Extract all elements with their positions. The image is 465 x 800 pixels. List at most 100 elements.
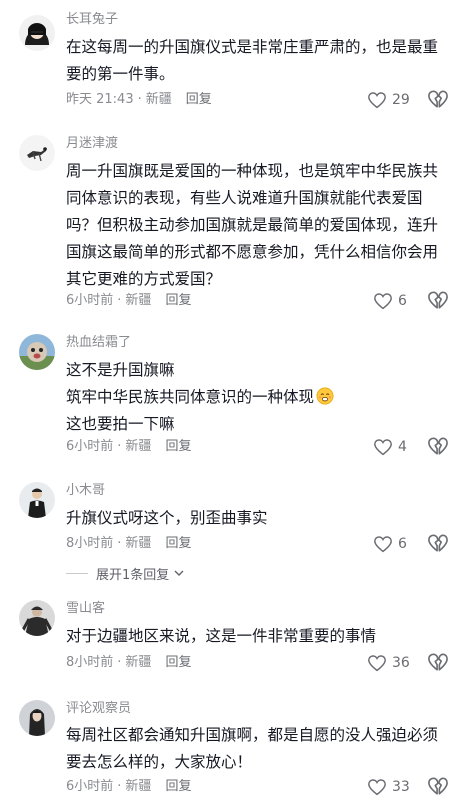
comment-time: 6小时前 xyxy=(66,439,114,454)
meta-separator: · xyxy=(117,655,122,670)
comment-location: 新疆 xyxy=(145,92,172,107)
comment-text: 周一升国旗既是爱国的一种体现，也是筑牢中华民族共 同体意识的表现，有些人说难道升… xyxy=(66,158,456,293)
comment-item: 雪山客 对于边疆地区来说，这是一件非常重要的事情 8小时前 · 新疆 回复 36 xyxy=(0,600,465,675)
comment-meta: 6小时前 · 新疆 回复 xyxy=(66,436,191,458)
like-button[interactable]: 29 xyxy=(367,89,410,111)
comment-text: 升旗仪式呀这个，别歪曲事实 xyxy=(66,505,456,532)
avatar[interactable] xyxy=(19,15,55,51)
dislike-button[interactable] xyxy=(427,652,449,674)
comment-text: 在这每周一的升国旗仪式是非常庄重严肃的，也是最重 要的第一件事。 xyxy=(66,34,456,88)
reply-button[interactable]: 回复 xyxy=(186,89,212,111)
dislike-button[interactable] xyxy=(427,89,449,111)
reply-button[interactable]: 回复 xyxy=(165,290,191,312)
comment-location: 新疆 xyxy=(125,779,152,794)
comment-text-line: 这也要拍一下嘛 xyxy=(66,415,175,433)
comment-time: 昨天 21:43 xyxy=(66,92,134,107)
like-button[interactable]: 4 xyxy=(373,436,407,458)
comment-text: 每周社区都会通知升国旗啊，都是自愿的没人强迫必须 要去怎么样的，大家放心！ xyxy=(66,722,456,776)
dislike-button[interactable] xyxy=(427,290,449,312)
avatar[interactable] xyxy=(19,482,55,518)
divider xyxy=(66,572,88,574)
comment-meta: 8小时前 · 新疆 回复 xyxy=(66,533,191,555)
meta-separator: · xyxy=(117,536,122,551)
comment-text-line: 要的第一件事。 xyxy=(66,65,175,83)
like-count: 33 xyxy=(392,779,410,795)
comment-text-line: 其它更难的方式爱国？ xyxy=(66,270,222,288)
heart-outline-icon xyxy=(368,655,386,672)
comment-text-line: 吗？但积极主动参加国旗就是最简单的爱国体现，连升 xyxy=(66,216,439,234)
comment-location: 新疆 xyxy=(125,536,152,551)
comment-meta: 8小时前 · 新疆 回复 xyxy=(66,652,191,674)
comment-text-line: 国旗这最简单的形式都不愿意参加，凭什么相信你会用 xyxy=(66,243,439,261)
like-count: 6 xyxy=(398,536,407,552)
avatar[interactable] xyxy=(19,334,55,370)
expand-replies-label: 展开1条回复 xyxy=(96,567,170,583)
expand-replies-button[interactable]: 展开1条回复 xyxy=(66,563,184,583)
avatar[interactable] xyxy=(19,135,55,171)
comment-text: 这不是升国旗嘛 筑牢中华民族共同体意识的一种体现 这也要拍一下嘛 xyxy=(66,357,456,438)
broken-heart-icon xyxy=(428,437,448,455)
comment-text-line: 每周社区都会通知升国旗啊，都是自愿的没人强迫必须 xyxy=(66,726,439,744)
like-count: 29 xyxy=(392,92,410,108)
meta-separator: · xyxy=(137,92,142,107)
avatar[interactable] xyxy=(19,700,55,736)
heart-outline-icon xyxy=(374,536,392,553)
dislike-button[interactable] xyxy=(427,533,449,555)
reply-button[interactable]: 回复 xyxy=(165,776,191,798)
embarrassed-smile-emoji-icon xyxy=(316,387,334,405)
comment-text-line: 升旗仪式呀这个，别歪曲事实 xyxy=(66,509,268,527)
comment-author[interactable]: 小木哥 xyxy=(66,482,105,500)
heart-outline-icon xyxy=(368,779,386,796)
comment-meta: 6小时前 · 新疆 回复 xyxy=(66,776,191,798)
like-count: 36 xyxy=(392,655,410,671)
reply-button[interactable]: 回复 xyxy=(165,436,191,458)
avatar[interactable] xyxy=(19,600,55,636)
comment-author[interactable]: 热血结霜了 xyxy=(66,334,131,352)
broken-heart-icon xyxy=(428,653,448,671)
meta-separator: · xyxy=(117,779,122,794)
comment-author[interactable]: 长耳兔子 xyxy=(66,11,118,29)
heart-outline-icon xyxy=(374,439,392,456)
comment-location: 新疆 xyxy=(125,293,152,308)
like-button[interactable]: 36 xyxy=(367,652,410,674)
dislike-button[interactable] xyxy=(427,436,449,458)
like-button[interactable]: 33 xyxy=(367,776,410,798)
like-button[interactable]: 6 xyxy=(373,533,407,555)
broken-heart-icon xyxy=(428,534,448,552)
like-count: 6 xyxy=(398,293,407,309)
comment-meta: 6小时前 · 新疆 回复 xyxy=(66,290,191,312)
meta-separator: · xyxy=(117,293,122,308)
comment-time: 8小时前 xyxy=(66,536,114,551)
comment-item: 月迷津渡 周一升国旗既是爱国的一种体现，也是筑牢中华民族共 同体意识的表现，有些… xyxy=(0,135,465,315)
reply-button[interactable]: 回复 xyxy=(165,652,191,674)
comment-text-line: 同体意识的表现，有些人说难道升国旗就能代表爱国 xyxy=(66,189,423,207)
comment-author[interactable]: 雪山客 xyxy=(66,600,105,618)
comment-item: 长耳兔子 在这每周一的升国旗仪式是非常庄重严肃的，也是最重 要的第一件事。 昨天… xyxy=(0,11,465,111)
comment-author[interactable]: 评论观察员 xyxy=(66,700,131,718)
comment-text-line: 周一升国旗既是爱国的一种体现，也是筑牢中华民族共 xyxy=(66,162,439,180)
comment-time: 8小时前 xyxy=(66,655,114,670)
heart-outline-icon xyxy=(368,92,386,109)
comment-item: 小木哥 升旗仪式呀这个，别歪曲事实 8小时前 · 新疆 回复 6 xyxy=(0,482,465,557)
comment-item: 评论观察员 每周社区都会通知升国旗啊，都是自愿的没人强迫必须 要去怎么样的，大家… xyxy=(0,700,465,800)
like-count: 4 xyxy=(398,439,407,455)
comment-time: 6小时前 xyxy=(66,779,114,794)
reply-button[interactable]: 回复 xyxy=(165,533,191,555)
broken-heart-icon xyxy=(428,291,448,309)
comment-location: 新疆 xyxy=(125,439,152,454)
comment-time: 6小时前 xyxy=(66,293,114,308)
like-button[interactable]: 6 xyxy=(373,290,407,312)
comment-text-segment: 筑牢中华民族共同体意识的一种体现 xyxy=(66,388,315,406)
chevron-down-icon xyxy=(174,570,184,576)
comment-item: 热血结霜了 这不是升国旗嘛 筑牢中华民族共同体意识的一种体现 这也要拍一下嘛 6… xyxy=(0,334,465,459)
dislike-button[interactable] xyxy=(427,776,449,798)
comment-text: 对于边疆地区来说，这是一件非常重要的事情 xyxy=(66,623,456,650)
comment-author[interactable]: 月迷津渡 xyxy=(66,135,118,153)
comment-text-line: 这不是升国旗嘛 xyxy=(66,361,175,379)
comment-meta: 昨天 21:43 · 新疆 回复 xyxy=(66,89,212,111)
heart-outline-icon xyxy=(374,293,392,310)
comment-text-line: 在这每周一的升国旗仪式是非常庄重严肃的，也是最重 xyxy=(66,38,439,56)
comment-text-line: 筑牢中华民族共同体意识的一种体现 xyxy=(66,384,456,411)
comment-text-line: 对于边疆地区来说，这是一件非常重要的事情 xyxy=(66,627,377,645)
meta-separator: · xyxy=(117,439,122,454)
